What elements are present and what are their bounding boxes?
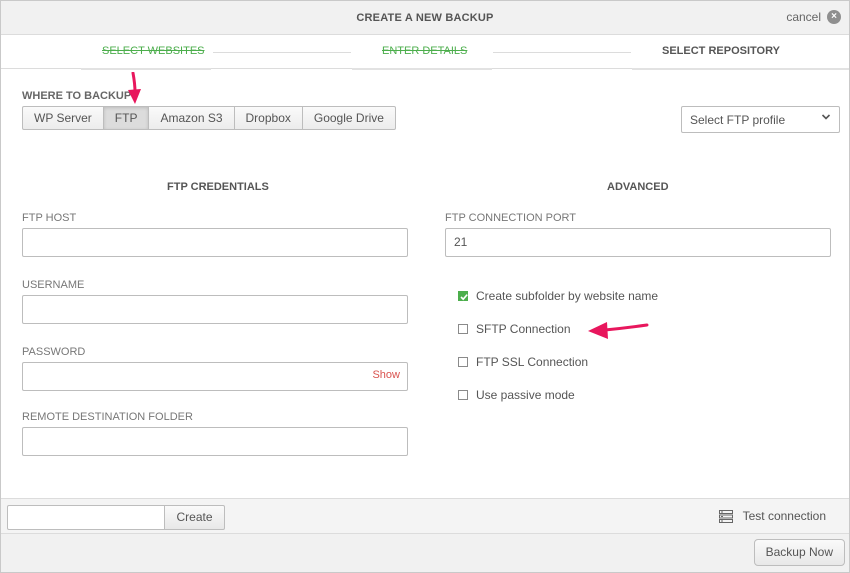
option-create-subfolder[interactable]: Create subfolder by website name [458,289,658,303]
ftp-host-label: FTP HOST [22,212,77,224]
step-divider [213,52,351,53]
annotation-arrow-left [588,322,649,339]
ftp-credentials-heading: FTP CREDENTIALS [167,181,269,193]
dialog-title: CREATE A NEW BACKUP [356,12,494,24]
step-enter-details[interactable]: ENTER DETAILS [382,45,467,57]
ftp-profile-select-value: Select FTP profile [690,113,786,127]
remote-folder-input[interactable] [22,427,408,456]
checkbox[interactable] [458,324,468,334]
step-divider [493,52,631,53]
dialog-bottom-bar: Backup Now [1,534,849,572]
backup-dialog: CREATE A NEW BACKUP cancel × SELECT WEBS… [0,0,850,573]
tab-google-drive[interactable]: Google Drive [301,106,396,130]
cancel-label: cancel [786,10,821,24]
test-connection-label: Test connection [742,509,826,523]
test-connection-button[interactable]: Test connection [718,509,826,523]
dialog-titlebar: CREATE A NEW BACKUP cancel × [1,1,849,35]
remote-folder-label: REMOTE DESTINATION FOLDER [22,411,193,423]
backup-now-button[interactable]: Backup Now [753,539,845,566]
footer-bar: Create Test connection [1,498,849,534]
ftp-profile-select[interactable]: Select FTP profile [681,106,840,133]
checkmark-icon [460,294,468,301]
username-label: USERNAME [22,279,85,291]
option-ftp-ssl-connection[interactable]: FTP SSL Connection [458,355,588,369]
server-icon [718,509,733,523]
password-input[interactable]: Show [22,362,408,391]
tab-wp-server[interactable]: WP Server [22,106,104,130]
tab-amazon-s3[interactable]: Amazon S3 [148,106,235,130]
option-sftp-connection[interactable]: SFTP Connection [458,322,571,336]
checkbox[interactable] [458,390,468,400]
password-label: PASSWORD [22,346,86,358]
backup-destination-tabs: WP Server FTP Amazon S3 Dropbox Google D… [22,106,396,130]
cancel-button[interactable]: cancel × [786,10,841,24]
ftp-port-input[interactable]: 21 [445,228,831,257]
wizard-steps: SELECT WEBSITES ENTER DETAILS SELECT REP… [1,35,849,70]
ftp-host-input[interactable] [22,228,408,257]
option-passive-mode[interactable]: Use passive mode [458,388,575,402]
step-select-repository[interactable]: SELECT REPOSITORY [662,45,780,57]
checkbox-checked[interactable] [458,291,468,301]
where-to-backup-label: WHERE TO BACKUP? [22,90,138,102]
show-password-link[interactable]: Show [372,369,400,381]
step-underline [81,68,211,70]
option-label: Create subfolder by website name [476,289,659,303]
annotation-arrow-down [128,72,141,104]
ftp-port-label: FTP CONNECTION PORT [445,212,576,224]
option-label: SFTP Connection [476,322,571,336]
step-select-websites[interactable]: SELECT WEBSITES [102,45,205,57]
profile-name-input[interactable] [7,505,165,530]
chevron-down-icon [821,114,831,120]
username-input[interactable] [22,295,408,324]
option-label: Use passive mode [476,388,575,402]
option-label: FTP SSL Connection [476,355,589,369]
step-underline [632,68,849,70]
close-icon[interactable]: × [827,10,841,24]
step-underline [352,68,492,70]
advanced-heading: ADVANCED [607,181,669,193]
tab-ftp[interactable]: FTP [102,106,150,130]
checkbox[interactable] [458,357,468,367]
tab-dropbox[interactable]: Dropbox [233,106,303,130]
create-button[interactable]: Create [164,505,225,530]
